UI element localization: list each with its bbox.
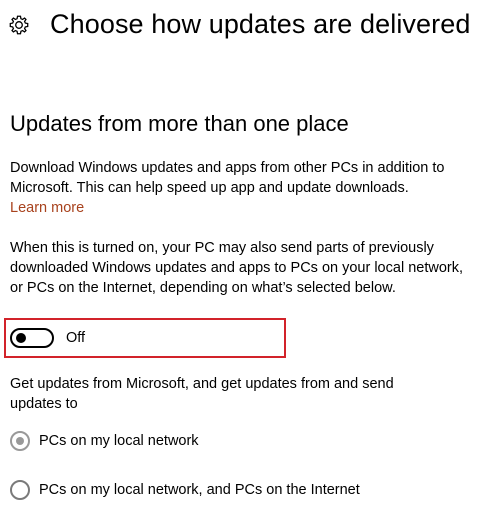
radio-button[interactable] <box>10 431 30 451</box>
radio-button[interactable] <box>10 480 30 500</box>
delivery-optimization-toggle[interactable] <box>10 328 54 348</box>
radio-option-local-and-internet[interactable]: PCs on my local network, and PCs on the … <box>10 480 360 500</box>
description-text: Download Windows updates and apps from o… <box>10 160 445 196</box>
page-header: Choose how updates are delivered <box>8 4 470 44</box>
radio-dot <box>16 437 24 445</box>
radio-label: PCs on my local network <box>39 433 199 449</box>
detail-text: When this is turned on, your PC may also… <box>10 240 463 296</box>
radio-option-local-network[interactable]: PCs on my local network <box>10 431 199 451</box>
toggle-knob <box>16 333 26 343</box>
gear-icon <box>9 15 29 35</box>
radio-label: PCs on my local network, and PCs on the … <box>39 482 360 498</box>
section-title: Updates from more than one place <box>10 111 349 136</box>
get-updates-text: Get updates from Microsoft, and get upda… <box>10 376 394 412</box>
page-title: Choose how updates are delivered <box>50 8 471 39</box>
toggle-state-label: Off <box>66 330 86 346</box>
learn-more-link[interactable]: Learn more <box>10 198 84 218</box>
